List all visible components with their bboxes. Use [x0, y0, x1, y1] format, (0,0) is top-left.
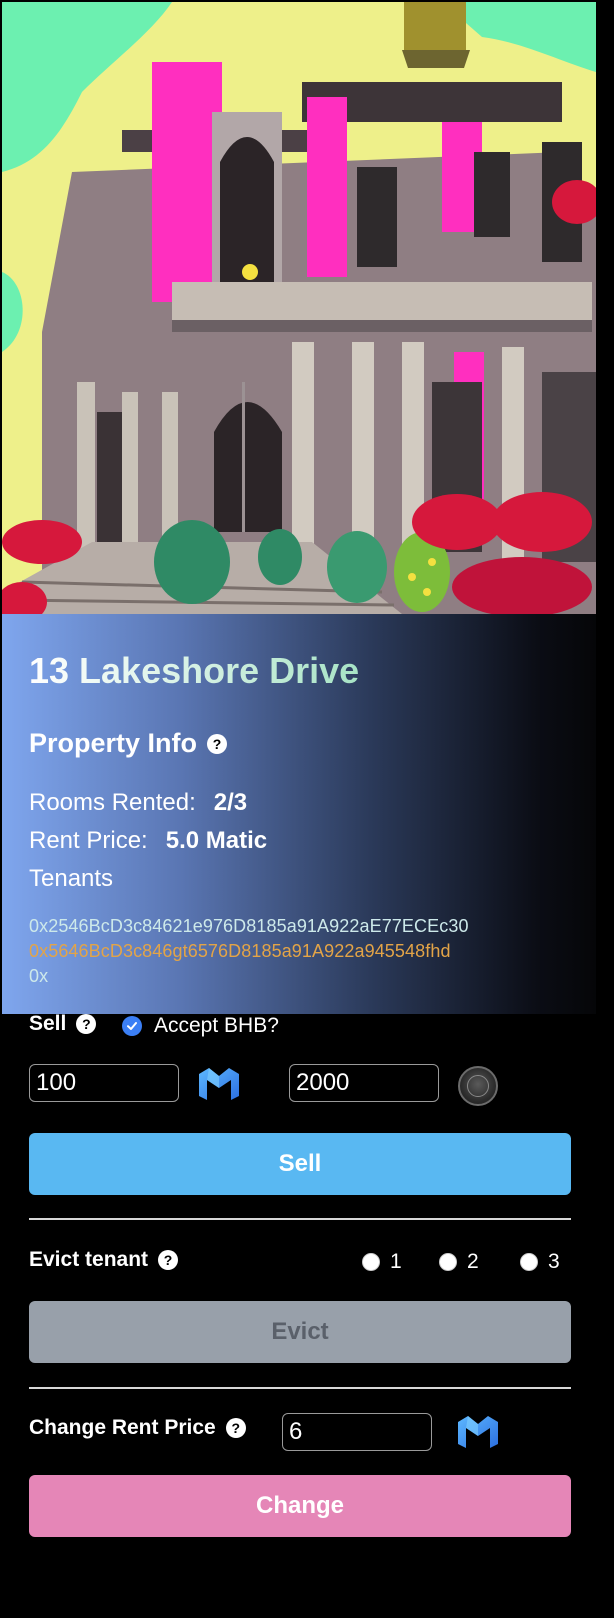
- rent-price-row: Rent Price: 5.0 Matic: [29, 827, 267, 855]
- tenants-label: Tenants: [29, 865, 114, 892]
- evict-button[interactable]: Evict: [29, 1301, 571, 1363]
- bhb-coin-emblem: [467, 1075, 489, 1097]
- change-button[interactable]: Change: [29, 1475, 571, 1537]
- evict-option-label: 3: [548, 1250, 560, 1273]
- tenant-address: 0x2546BcD3c84621e976D8185a91A922aE77ECEc…: [29, 916, 469, 936]
- radio-button[interactable]: [362, 1253, 380, 1271]
- property-title: 13 Lakeshore Drive: [29, 650, 360, 691]
- help-icon[interactable]: ?: [158, 1250, 179, 1270]
- evict-option-1[interactable]: 1: [362, 1250, 402, 1274]
- accept-bhb-checkbox[interactable]: Accept BHB?: [122, 1014, 279, 1038]
- change-rent-label: Change Rent Price: [29, 1416, 216, 1439]
- matic-icon: [454, 1412, 502, 1457]
- property-card: 13 Lakeshore Drive Property Info ? Rooms…: [2, 2, 596, 1616]
- help-icon[interactable]: ?: [225, 1418, 246, 1438]
- rent-price-label: Rent Price:: [29, 827, 148, 854]
- property-info-panel: 13 Lakeshore Drive Property Info ? Rooms…: [2, 614, 596, 1014]
- accept-bhb-label: Accept BHB?: [154, 1014, 279, 1037]
- check-icon[interactable]: [122, 1016, 142, 1036]
- evict-heading: Evict tenant ?: [29, 1248, 179, 1272]
- evict-option-2[interactable]: 2: [439, 1250, 479, 1274]
- help-icon[interactable]: ?: [207, 733, 228, 754]
- evict-option-label: 2: [467, 1250, 479, 1273]
- sell-price-matic-input[interactable]: [29, 1064, 179, 1102]
- rooms-rented-row: Rooms Rented: 2/3: [29, 789, 247, 817]
- rooms-rented-value: 2/3: [213, 789, 248, 816]
- property-info-label: Property Info: [29, 728, 198, 758]
- evict-option-3[interactable]: 3: [520, 1250, 560, 1274]
- tenants-heading: Tenants: [29, 865, 113, 893]
- bhb-coin-icon: [458, 1066, 498, 1106]
- rent-price-value: 5.0 Matic: [165, 827, 268, 854]
- radio-button[interactable]: [439, 1253, 457, 1271]
- sell-label: Sell: [29, 1012, 67, 1035]
- tenant-address: 0x: [29, 966, 49, 986]
- tenant-address: 0x5646BcD3c846gt6576D8185a91A922a945548f…: [29, 941, 451, 961]
- divider: [29, 1218, 571, 1220]
- matic-icon: [195, 1064, 243, 1109]
- sell-price-bhb-input[interactable]: [289, 1064, 439, 1102]
- property-info-heading: Property Info ?: [29, 728, 228, 759]
- rooms-rented-label: Rooms Rented:: [29, 789, 196, 816]
- sell-heading: Sell ?: [29, 1012, 97, 1036]
- evict-option-label: 1: [390, 1250, 402, 1273]
- help-icon[interactable]: ?: [76, 1014, 97, 1034]
- divider: [29, 1387, 571, 1389]
- sell-button[interactable]: Sell: [29, 1133, 571, 1195]
- radio-button[interactable]: [520, 1253, 538, 1271]
- change-rent-heading: Change Rent Price ?: [29, 1416, 246, 1440]
- evict-label: Evict tenant: [29, 1248, 149, 1271]
- rent-price-input[interactable]: [282, 1413, 432, 1451]
- property-image: [2, 2, 596, 614]
